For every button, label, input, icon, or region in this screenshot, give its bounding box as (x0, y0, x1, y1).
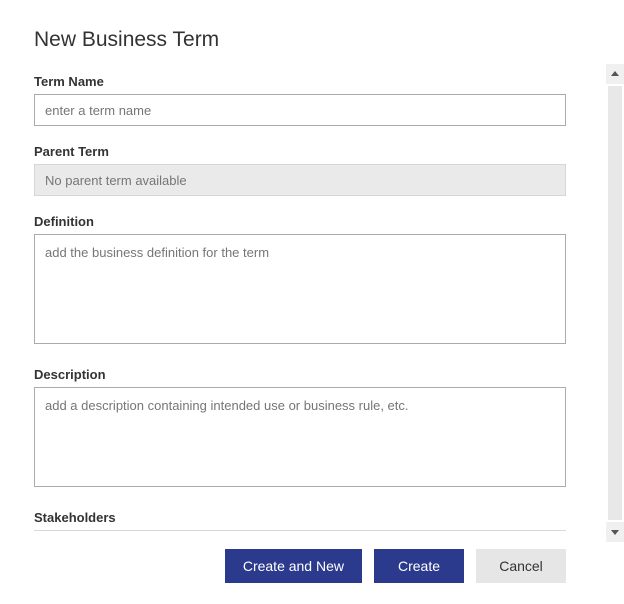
chevron-up-icon (610, 69, 620, 79)
cancel-button[interactable]: Cancel (476, 549, 566, 583)
description-label: Description (34, 367, 566, 382)
stakeholders-label: Stakeholders (34, 510, 566, 525)
scroll-up-arrow[interactable] (606, 64, 624, 84)
page-title: New Business Term (34, 28, 566, 52)
scroll-thumb[interactable] (608, 86, 622, 520)
stakeholders-group: Stakeholders (34, 510, 566, 531)
create-button[interactable]: Create (374, 549, 464, 583)
create-and-new-button[interactable]: Create and New (225, 549, 362, 583)
scrollbar[interactable] (606, 64, 624, 542)
chevron-down-icon (610, 527, 620, 537)
description-group: Description (34, 367, 566, 492)
new-business-term-panel: New Business Term Term Name Parent Term … (0, 0, 600, 604)
term-name-label: Term Name (34, 74, 566, 89)
parent-term-label: Parent Term (34, 144, 566, 159)
stakeholders-divider (34, 530, 566, 531)
definition-label: Definition (34, 214, 566, 229)
description-textarea[interactable] (34, 387, 566, 487)
definition-group: Definition (34, 214, 566, 349)
parent-term-input (34, 164, 566, 196)
parent-term-group: Parent Term (34, 144, 566, 196)
term-name-group: Term Name (34, 74, 566, 126)
button-row: Create and New Create Cancel (34, 549, 566, 583)
term-name-input[interactable] (34, 94, 566, 126)
scroll-down-arrow[interactable] (606, 522, 624, 542)
definition-textarea[interactable] (34, 234, 566, 344)
